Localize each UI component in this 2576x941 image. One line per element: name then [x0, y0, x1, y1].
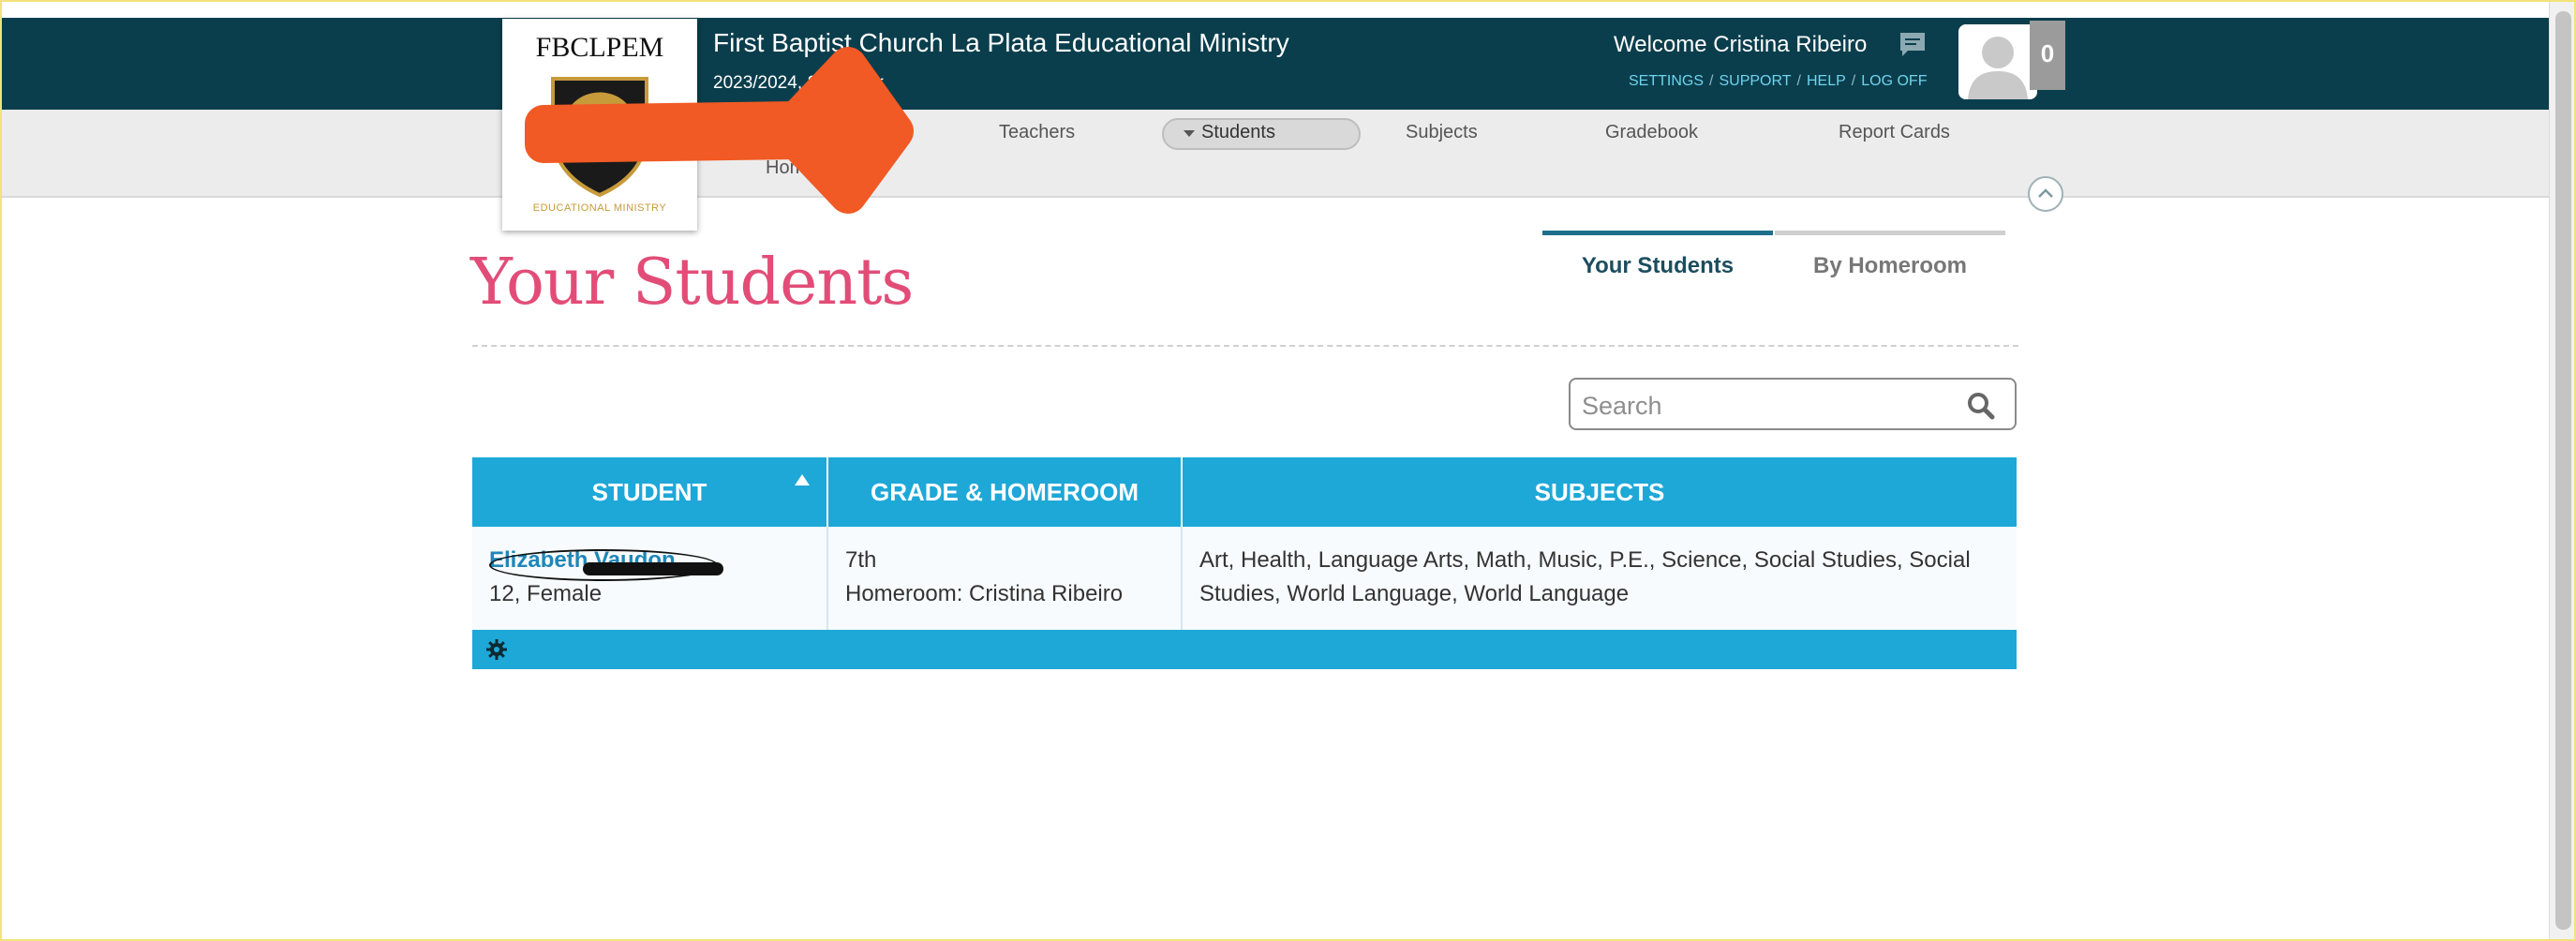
- user-silhouette-icon: [1958, 24, 2037, 99]
- account-links: SETTINGS / SUPPORT / HELP / LOG OFF: [1629, 73, 1928, 89]
- column-header-student-label: STUDENT: [591, 478, 707, 506]
- search-box: [1569, 378, 2017, 430]
- column-header-grade-homeroom: GRADE & HOMEROOM: [828, 457, 1183, 527]
- title-divider: [472, 345, 2018, 347]
- student-name-link[interactable]: Elizabeth Vaudon: [489, 544, 723, 581]
- column-header-student[interactable]: STUDENT: [472, 457, 828, 527]
- subjects-cell: Art, Health, Language Arts, Math, Music,…: [1199, 547, 1971, 606]
- dropdown-caret-icon: [1184, 130, 1195, 137]
- table-row: Elizabeth Vaudon 12, Female 7th Homeroom…: [472, 527, 2017, 631]
- message-icon[interactable]: [1897, 30, 1928, 60]
- scrollbar-thumb[interactable]: [2555, 11, 2571, 930]
- tab-by-homeroom[interactable]: By Homeroom: [1775, 231, 2005, 288]
- search-icon[interactable]: [1966, 391, 1996, 421]
- page-title: Your Students: [470, 246, 914, 320]
- redaction-scribble-fill: [583, 562, 723, 575]
- nav-students-dropdown-icon[interactable]: Students: [1183, 122, 1275, 143]
- settings-link[interactable]: SETTINGS: [1629, 73, 1704, 89]
- avatar[interactable]: [1958, 24, 2037, 99]
- student-grade: 7th: [845, 547, 877, 573]
- grade-homeroom-cell: 7th Homeroom: Cristina Ribeiro: [828, 527, 1183, 630]
- student-homeroom: Homeroom: Cristina Ribeiro: [845, 581, 1124, 606]
- notification-badge[interactable]: 0: [2030, 21, 2065, 90]
- column-header-subjects: SUBJECTS: [1183, 457, 2017, 527]
- sort-ascending-icon: [795, 474, 810, 485]
- collapse-nav-button[interactable]: [2028, 176, 2063, 212]
- tab-your-students[interactable]: Your Students: [1542, 231, 1773, 288]
- right-arrow-icon: [525, 47, 914, 214]
- chevron-up-icon: [2038, 188, 2053, 198]
- table-footer-bar: [472, 630, 2017, 669]
- nav-teachers[interactable]: Teachers: [999, 122, 1075, 143]
- nav-report-cards[interactable]: Report Cards: [1839, 122, 1950, 143]
- vertical-scrollbar[interactable]: [2549, 0, 2576, 941]
- nav-gradebook[interactable]: Gradebook: [1605, 122, 1698, 143]
- support-link[interactable]: SUPPORT: [1719, 73, 1791, 89]
- search-input[interactable]: [1580, 389, 1958, 423]
- nav-students[interactable]: Students: [1201, 122, 1275, 142]
- log-off-link[interactable]: LOG OFF: [1861, 73, 1927, 89]
- student-details: 12, Female: [489, 581, 603, 606]
- welcome-text: Welcome Cristina Ribeiro: [1614, 32, 1868, 57]
- student-cell: Elizabeth Vaudon 12, Female: [472, 527, 828, 630]
- help-link[interactable]: HELP: [1807, 73, 1846, 89]
- gear-icon[interactable]: [485, 638, 508, 661]
- nav-subjects[interactable]: Subjects: [1406, 122, 1478, 143]
